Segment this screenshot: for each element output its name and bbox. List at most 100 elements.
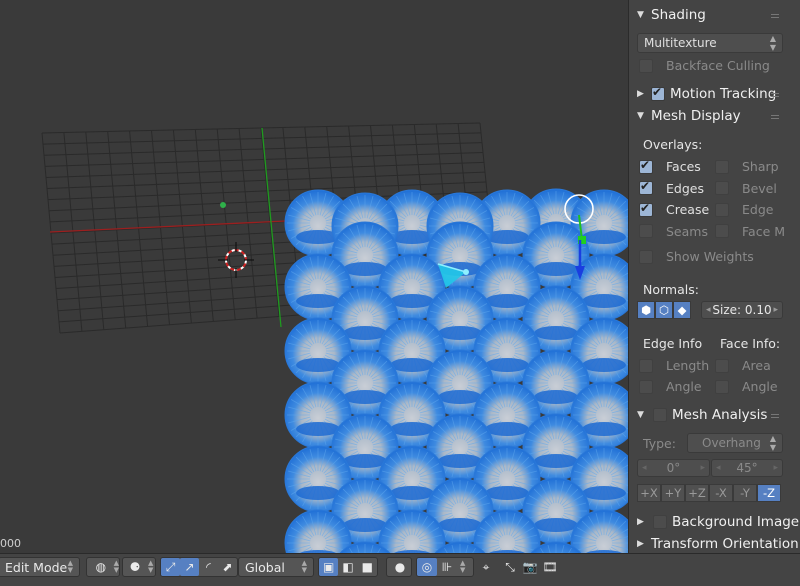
show-weights-checkbox[interactable] (639, 249, 653, 264)
edge-select-icon[interactable]: ◧ (338, 558, 357, 576)
sphere-mesh-array[interactable] (284, 188, 628, 553)
edge-angle-toggle[interactable]: Angle (639, 379, 702, 394)
overlay-checkbox[interactable] (715, 202, 729, 217)
edge-angle-checkbox[interactable] (639, 379, 653, 394)
snap-toggle-button[interactable]: ⌖ (476, 557, 496, 577)
render-buttons: 📷 🎞 (520, 557, 560, 577)
scale-icon[interactable]: ⬈ (218, 558, 237, 576)
viewport-canvas[interactable] (0, 0, 628, 553)
drag-handle-icon[interactable] (771, 14, 779, 18)
mesh-analysis-header[interactable]: ▼ Mesh Analysis (629, 404, 800, 426)
proportional-editing-icon[interactable]: ◎ (417, 558, 437, 576)
3d-viewport[interactable]: 000 (0, 0, 628, 553)
face-angle-toggle[interactable]: Angle (715, 379, 778, 394)
rotate-icon[interactable]: ◜ (199, 558, 218, 576)
axis-button[interactable]: -X (709, 484, 733, 502)
occlude-geometry-button[interactable]: ● (386, 557, 412, 577)
overlay-checkbox[interactable] (639, 179, 653, 195)
occlude-geometry-icon: ● (394, 560, 406, 574)
backface-culling-toggle[interactable]: Backface Culling (639, 58, 770, 73)
manipulator-buttons: ⤢ ↗ ◜ ⬈ (160, 557, 238, 577)
overlay-toggle-sharp[interactable]: Sharp (715, 159, 779, 174)
mesh-analysis-checkbox[interactable] (653, 408, 667, 422)
loop-normals-icon[interactable]: ⬡ (655, 301, 673, 319)
falloff-icon[interactable]: ⊪ (437, 558, 457, 576)
normals-label: Normals: (643, 282, 699, 297)
expand-arrow-icon: ▼ (637, 410, 644, 420)
axis-button[interactable]: +Y (661, 484, 685, 502)
updown-arrows-icon: ▲ ▼ (301, 559, 307, 574)
shading-mode-select[interactable]: Multitexture ▲ ▼ (637, 33, 783, 53)
manipulator-toggle-icon[interactable]: ⤢ (161, 558, 180, 576)
overlay-checkbox[interactable] (715, 159, 729, 174)
wireframe-sphere-icon: ◍ (95, 560, 107, 574)
normals-size-field[interactable]: ◂ Size: 0.10 ▸ (701, 301, 783, 319)
expand-arrow-icon: ▼ (637, 111, 644, 121)
overlay-checkbox[interactable] (639, 224, 653, 238)
face-select-icon[interactable]: ■ (358, 558, 377, 576)
3d-cursor-icon[interactable] (218, 242, 254, 278)
overlay-toggle-seams[interactable]: Seams (639, 224, 708, 239)
motion-tracking-checkbox[interactable] (651, 85, 665, 101)
face-info-label: Face Info: (720, 336, 781, 351)
transform-orientation-header[interactable]: ▶ Transform Orientation (629, 533, 800, 553)
motion-tracking-header[interactable]: ▶ Motion Tracking (629, 83, 800, 105)
snap-element-button[interactable]: ⤡ (500, 557, 520, 577)
face-area-toggle[interactable]: Area (715, 358, 771, 373)
viewport-shading-select[interactable]: ◍ ▲ ▼ (86, 557, 120, 577)
updown-arrows-icon: ▲ ▼ (148, 559, 154, 574)
drag-handle-icon[interactable] (771, 93, 779, 97)
render-camera-icon[interactable]: 📷 (520, 558, 540, 576)
drag-handle-icon[interactable] (771, 414, 779, 418)
overlay-toggle-face-m[interactable]: Face M (715, 224, 785, 239)
updown-arrows-icon: ▲ ▼ (769, 34, 776, 52)
normals-display-buttons[interactable]: ⬢ ⬡ ◆ (637, 301, 691, 319)
updown-arrows-icon: ▲ ▼ (113, 559, 119, 574)
overlay-checkbox[interactable] (639, 158, 653, 174)
expand-arrow-icon: ▼ (637, 10, 644, 20)
backface-culling-checkbox[interactable] (639, 58, 653, 73)
vertex-select-icon[interactable]: ▣ (319, 558, 339, 576)
frame-counter-text: 000 (0, 537, 21, 550)
translate-icon[interactable]: ↗ (180, 558, 199, 576)
pivot-point-icon: ⚈ (129, 560, 141, 574)
analysis-type-select[interactable]: Overhang ▲ ▼ (687, 433, 783, 453)
shading-panel-header[interactable]: ▼ Shading (629, 4, 800, 26)
transform-orientation-select[interactable]: Global ▲ ▼ (238, 557, 314, 577)
face-normals-icon[interactable]: ◆ (673, 301, 691, 319)
overlay-toggle-bevel[interactable]: Bevel (715, 181, 777, 196)
overlay-checkbox[interactable] (715, 181, 729, 195)
face-area-checkbox[interactable] (715, 358, 729, 373)
proportional-editing-buttons: ◎ ⊪ ▲ ▼ (416, 557, 474, 577)
vertex-normals-icon[interactable]: ⬢ (637, 301, 655, 319)
y-axis-line (261, 127, 282, 328)
snap-element-icon: ⤡ (505, 559, 515, 574)
edge-length-checkbox[interactable] (639, 358, 653, 373)
background-image-checkbox[interactable] (653, 515, 667, 529)
axis-button[interactable]: +X (637, 484, 661, 502)
axis-button[interactable]: -Y (733, 484, 757, 502)
background-image-header[interactable]: ▶ Background Image (629, 511, 800, 533)
axis-button[interactable]: -Z (757, 484, 781, 502)
overlay-toggle-crease[interactable]: Crease (639, 201, 709, 217)
render-animation-icon[interactable]: 🎞 (540, 558, 560, 576)
collapse-arrow-icon: ▶ (637, 539, 644, 549)
pivot-point-select[interactable]: ⚈ ▲ ▼ (122, 557, 156, 577)
overlay-toggle-faces[interactable]: Faces (639, 158, 701, 174)
mode-select[interactable]: Edit Mode ▲ ▼ (0, 557, 80, 577)
face-angle-checkbox[interactable] (715, 379, 729, 394)
show-weights-toggle[interactable]: Show Weights (639, 249, 754, 264)
analysis-type-label: Type: (643, 436, 676, 451)
overlay-toggle-edge[interactable]: Edge (715, 202, 773, 217)
edge-length-toggle[interactable]: Length (639, 358, 709, 373)
select-mode-buttons: ▣ ◧ ■ (318, 557, 378, 577)
overlay-checkbox[interactable] (639, 201, 653, 217)
drag-handle-icon[interactable] (771, 115, 779, 119)
overlay-checkbox[interactable] (715, 224, 729, 238)
overlay-toggle-edges[interactable]: Edges (639, 179, 704, 196)
axis-button[interactable]: +Z (685, 484, 709, 502)
mesh-display-header[interactable]: ▼ Mesh Display (629, 105, 800, 127)
min-angle-field[interactable]: ◂ 0° ▸ (637, 459, 710, 477)
overlays-label: Overlays: (643, 137, 703, 152)
max-angle-field[interactable]: ◂ 45° ▸ (711, 459, 783, 477)
